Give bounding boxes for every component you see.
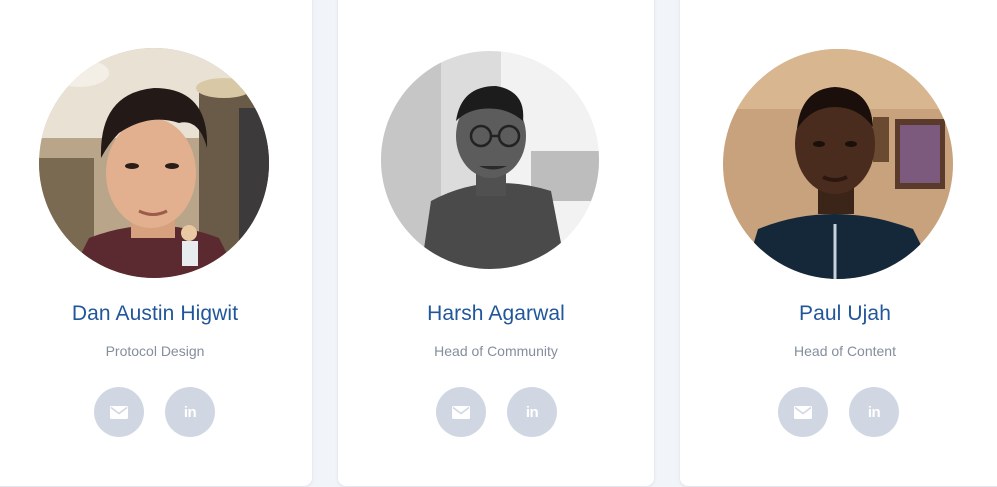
- team-member-role: Head of Content: [794, 343, 896, 359]
- linkedin-button[interactable]: in: [507, 387, 557, 437]
- email-button[interactable]: [778, 387, 828, 437]
- linkedin-button[interactable]: in: [165, 387, 215, 437]
- team-member-role: Head of Community: [434, 343, 558, 359]
- envelope-icon: [110, 405, 128, 419]
- linkedin-icon: in: [183, 403, 197, 421]
- team-card: Paul Ujah Head of Content in: [680, 0, 997, 486]
- linkedin-button[interactable]: in: [849, 387, 899, 437]
- envelope-icon: [794, 405, 812, 419]
- email-button[interactable]: [94, 387, 144, 437]
- portrait-photo: [723, 49, 953, 279]
- team-member-name: Dan Austin Higwit: [71, 302, 239, 325]
- team-member-name: Paul Ujah: [799, 302, 891, 325]
- email-button[interactable]: [436, 387, 486, 437]
- envelope-icon: [452, 405, 470, 419]
- team-card: Dan Austin Higwit Protocol Design in: [0, 0, 312, 486]
- portrait-photo: [39, 48, 269, 278]
- team-member-photo: [39, 48, 269, 278]
- team-section: Dan Austin Higwit Protocol Design in Har…: [0, 0, 997, 487]
- team-member-photo: [381, 51, 599, 269]
- team-member-photo: [723, 49, 953, 279]
- linkedin-icon: in: [525, 403, 539, 421]
- linkedin-icon: in: [867, 403, 881, 421]
- team-member-name: Harsh Agarwal: [427, 302, 565, 325]
- team-member-role: Protocol Design: [105, 343, 205, 359]
- team-card: Harsh Agarwal Head of Community in: [338, 0, 654, 486]
- portrait-photo: [381, 51, 599, 269]
